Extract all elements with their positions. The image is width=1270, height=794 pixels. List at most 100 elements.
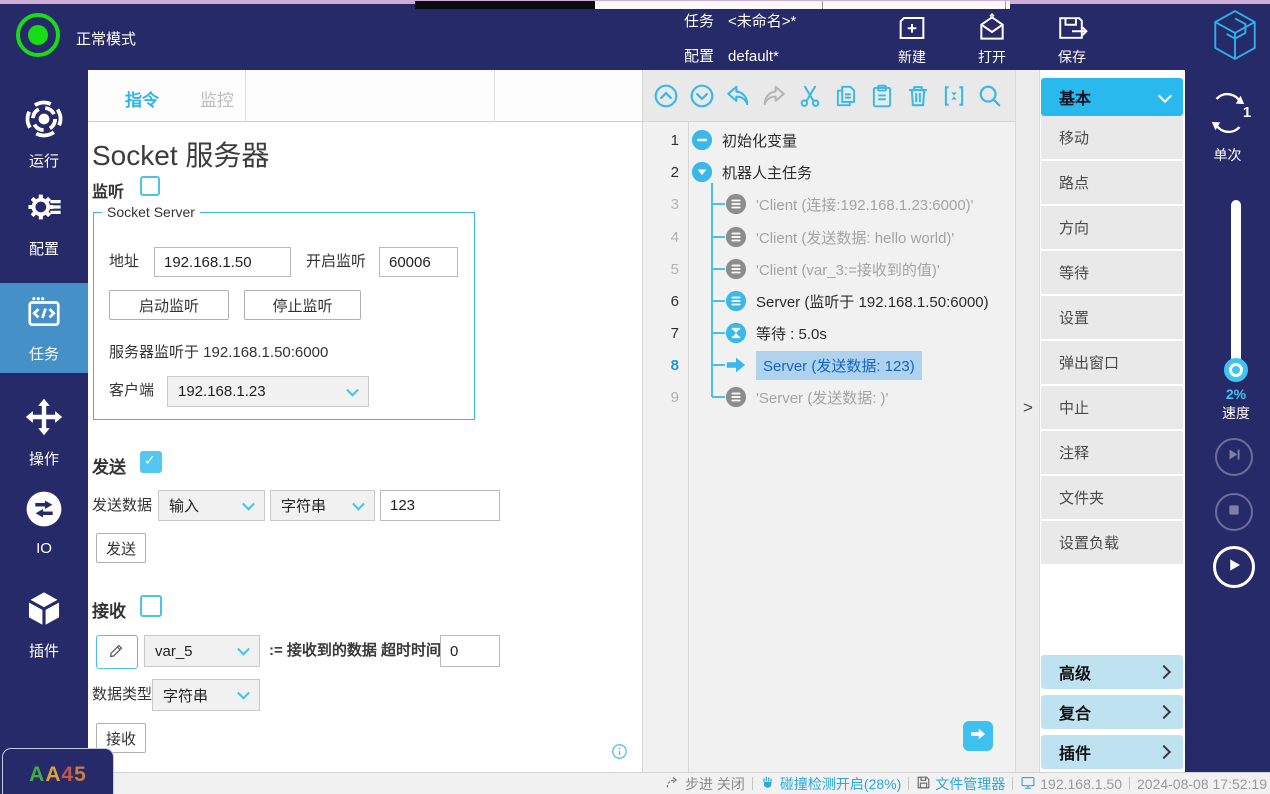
receive-var-select[interactable]: var_5	[144, 635, 260, 667]
data-type-select[interactable]: 字符串	[152, 679, 260, 711]
line-number: 3	[643, 196, 689, 213]
expanded-node-icon[interactable]	[691, 161, 713, 183]
receive-expression-text: := 接收到的数据	[269, 635, 377, 667]
insert-between-icon[interactable]	[941, 83, 967, 109]
tree-row[interactable]: 7 等待 : 5.0s	[643, 317, 1015, 349]
collapsed-node-icon[interactable]	[691, 129, 713, 151]
receive-var-value: var_5	[155, 643, 193, 660]
collapse-panel-chevron-icon[interactable]: >	[1023, 398, 1033, 418]
stop-listen-button[interactable]: 停止监听	[244, 290, 361, 320]
skip-next-icon	[1226, 446, 1243, 468]
command-item-set[interactable]: 设置	[1041, 296, 1183, 339]
line-number: 9	[643, 389, 689, 406]
tree-row-selected[interactable]: 8 Server (发送数据: 123)	[643, 349, 1015, 381]
address-input[interactable]	[154, 247, 291, 277]
info-icon[interactable]	[611, 743, 628, 765]
command-group-plugin[interactable]: 插件	[1041, 735, 1183, 769]
undo-icon[interactable]	[725, 83, 751, 109]
receive-checkbox[interactable]	[140, 595, 162, 617]
chevron-down-icon	[346, 383, 359, 396]
listen-checkbox[interactable]	[140, 176, 160, 196]
send-type-select[interactable]: 字符串	[270, 490, 375, 521]
status-separator	[1012, 777, 1013, 790]
speed-slider-knob[interactable]	[1224, 358, 1248, 382]
search-icon[interactable]	[977, 83, 1003, 109]
tree-row[interactable]: 4 'Client (发送数据: hello world)'	[643, 221, 1015, 253]
wait-icon	[725, 322, 747, 344]
sidebar-item-config[interactable]: 配置	[0, 188, 88, 259]
step-over-button[interactable]	[1215, 438, 1253, 476]
copy-icon[interactable]	[833, 83, 859, 109]
command-category-label: 基本	[1059, 85, 1091, 109]
sidebar-item-io[interactable]: IO	[0, 490, 88, 557]
client-select[interactable]: 192.168.1.23	[167, 376, 369, 407]
port-input[interactable]	[379, 247, 458, 277]
stop-button[interactable]	[1215, 493, 1253, 531]
command-item-waypoint[interactable]: 路点	[1041, 161, 1183, 204]
collapse-all-icon[interactable]	[653, 83, 679, 109]
tree-row[interactable]: 9 'Server (发送数据: )'	[643, 381, 1015, 413]
tree-row[interactable]: 2 机器人主任务	[643, 156, 1015, 188]
speed-slider-track[interactable]	[1231, 200, 1241, 378]
open-button[interactable]: 打开	[960, 12, 1024, 67]
delete-icon[interactable]	[905, 83, 931, 109]
command-item-popup[interactable]: 弹出窗口	[1041, 341, 1183, 384]
stop-icon	[1227, 503, 1241, 522]
expand-all-icon[interactable]	[689, 83, 715, 109]
command-item-direction[interactable]: 方向	[1041, 206, 1183, 249]
single-run-toggle[interactable]: 1 单次	[1185, 90, 1270, 165]
sidebar-item-run[interactable]: 运行	[0, 100, 88, 171]
tree-row[interactable]: 5 'Client (var_3:=接收到的值)'	[643, 253, 1015, 285]
timeout-input[interactable]	[440, 635, 500, 667]
config-line: 配置default*	[684, 45, 779, 66]
send-mode-select[interactable]: 输入	[158, 490, 265, 521]
send-checkbox[interactable]	[140, 451, 162, 473]
cut-icon[interactable]	[797, 83, 823, 109]
sidebar-item-plugin[interactable]: 插件	[0, 590, 88, 661]
collision-detection-status[interactable]: 碰撞检测开启(28%)	[760, 774, 901, 794]
sidebar-item-operate[interactable]: 操作	[0, 398, 88, 469]
redo-icon[interactable]	[761, 83, 787, 109]
command-item-comment[interactable]: 注释	[1041, 431, 1183, 474]
start-listen-button[interactable]: 启动监听	[109, 290, 229, 320]
command-category-basic[interactable]: 基本	[1041, 78, 1183, 116]
send-data-input[interactable]	[380, 490, 500, 521]
listen-label: 监听	[92, 178, 124, 202]
file-manager-link[interactable]: 文件管理器	[916, 774, 1005, 794]
tab-instruction[interactable]: 指令	[125, 86, 159, 111]
save-icon	[1040, 12, 1104, 44]
panel-splitter[interactable]: >	[1015, 70, 1040, 772]
sidebar-item-task[interactable]: 任务	[0, 283, 88, 373]
command-item-folder[interactable]: 文件夹	[1041, 476, 1183, 519]
mode-label: 正常模式	[76, 28, 136, 49]
jump-to-current-button[interactable]	[963, 721, 993, 751]
send-mode-value: 输入	[169, 495, 199, 516]
account-badge[interactable]: A A 4 5	[2, 748, 114, 794]
tab-monitor[interactable]: 监控	[200, 86, 234, 111]
left-nav-sidebar: 运行 配置	[0, 70, 88, 794]
tree-row[interactable]: 1 初始化变量	[643, 124, 1015, 156]
panel-tabbar: 指令 监控	[88, 70, 642, 122]
tree-toolbar	[643, 70, 1015, 122]
paste-icon[interactable]	[869, 83, 895, 109]
status-bar: 步进 关闭 碰撞检测开启(28%) 文件管理器 192.168.1.50 202…	[88, 772, 1270, 794]
line-number: 6	[643, 293, 689, 310]
command-group-composite[interactable]: 复合	[1041, 695, 1183, 729]
edit-variable-button[interactable]	[96, 635, 138, 669]
step-mode-status[interactable]: 步进 关闭	[665, 774, 745, 794]
send-button[interactable]: 发送	[96, 533, 146, 563]
new-button[interactable]: 新建	[880, 12, 944, 67]
tree-row[interactable]: 6 Server (监听于 192.168.1.50:6000)	[643, 285, 1015, 317]
brand-logo-icon	[1208, 7, 1262, 68]
command-item-wait[interactable]: 等待	[1041, 251, 1183, 294]
save-button[interactable]: 保存	[1040, 12, 1104, 67]
command-item-payload[interactable]: 设置负载	[1041, 521, 1183, 564]
artifact-tick	[1005, 1, 1006, 9]
command-group-advanced[interactable]: 高级	[1041, 655, 1183, 689]
screen-artifact-white-bar	[595, 1, 1010, 9]
play-button[interactable]	[1213, 546, 1255, 588]
command-item-abort[interactable]: 中止	[1041, 386, 1183, 429]
tree-row[interactable]: 3 'Client (连接:192.168.1.23:6000)'	[643, 188, 1015, 220]
command-item-move[interactable]: 移动	[1041, 116, 1183, 159]
pencil-icon	[108, 641, 126, 664]
